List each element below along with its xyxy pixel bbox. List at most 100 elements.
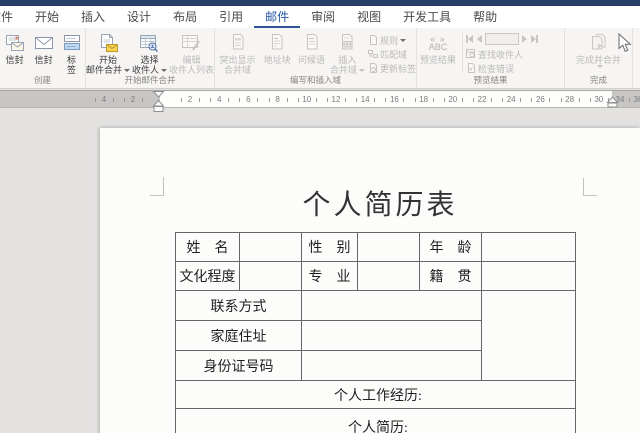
id-label-cell[interactable]: 身份证号码 [175, 350, 302, 381]
dropdown-arrow-icon [399, 38, 406, 42]
ruler-number: 30 [594, 95, 604, 104]
chinese-envelope-button[interactable]: 信封 [1, 30, 29, 65]
table-row: 文化程度 专 业 籍 贯 [175, 261, 576, 291]
tab-insert[interactable]: 插入 [70, 6, 116, 28]
tab-home[interactable]: 开始 [24, 6, 70, 28]
education-value-cell[interactable] [239, 261, 302, 291]
ribbon-group-create: 信封 信封 标 签 创建 [0, 28, 86, 88]
labels-icon [62, 31, 82, 55]
highlight-merge-fields-button[interactable]: 突出显示 合并域 [215, 30, 260, 75]
last-record-icon[interactable] [536, 35, 538, 43]
name-value-cell[interactable] [239, 232, 302, 262]
personal-resume-cell[interactable]: 个人简历: [175, 408, 576, 433]
ruler-tick [199, 98, 200, 102]
document-title[interactable]: 个人简历表 [163, 183, 597, 223]
match-fields-button[interactable]: 匹配域 [367, 47, 416, 61]
update-labels-button[interactable]: 更新标签 [368, 61, 416, 75]
address-value-cell[interactable] [301, 320, 482, 351]
check-errors-button[interactable]: 检查错误 [466, 61, 538, 75]
horizontal-ruler[interactable]: 42246810121416182022242628303436 [0, 90, 640, 108]
ribbon-group-preview-results: « » ABC 预览结果 查找收件人 检查错误 预览结果 [417, 28, 565, 88]
dropdown-arrow-icon [161, 68, 167, 72]
photo-cell[interactable] [481, 290, 576, 381]
tab-design[interactable]: 设计 [116, 6, 162, 28]
highlight-merge-fields-icon [228, 31, 248, 55]
age-value-cell[interactable] [481, 232, 576, 262]
table-row: 个人工作经历: [175, 380, 576, 409]
tab-review[interactable]: 审阅 [300, 6, 346, 28]
insert-merge-field-button[interactable]: 插入 合并域 [329, 30, 366, 75]
tab-help[interactable]: 帮助 [462, 6, 508, 28]
find-recipient-icon [466, 49, 475, 58]
ruler-number: 10 [302, 95, 312, 104]
update-labels-icon [369, 63, 377, 73]
address-label-cell[interactable]: 家庭住址 [175, 320, 302, 351]
major-label-cell[interactable]: 专 业 [301, 261, 358, 291]
tab-file[interactable]: 文件 [0, 6, 24, 28]
age-label-cell[interactable]: 年 龄 [419, 232, 482, 262]
ruler-tick [578, 98, 580, 102]
ruler-tick [268, 98, 270, 102]
rules-button[interactable]: 规则 [368, 33, 416, 47]
ruler-tick [385, 98, 387, 102]
ruler-number: 26 [535, 95, 545, 104]
find-recipient-button[interactable]: 查找收件人 [466, 47, 538, 61]
address-block-button[interactable]: 地址块 [260, 30, 294, 65]
ribbon: 信封 信封 标 签 创建 开始 邮件合并 选择 收件人 编辑 收件人列表 开始邮… [0, 28, 640, 89]
contact-value-cell[interactable] [301, 290, 482, 321]
envelopes-button[interactable]: 信封 [30, 30, 58, 65]
preview-results-button[interactable]: « » ABC 预览结果 [417, 30, 459, 66]
gender-label-cell[interactable]: 性 别 [301, 232, 358, 262]
name-label-cell[interactable]: 姓 名 [175, 232, 240, 262]
group-inner-divider [462, 33, 463, 72]
start-mail-merge-button[interactable]: 开始 邮件合并 [86, 30, 131, 75]
ruler-tick [239, 98, 241, 102]
ruler-tick [443, 98, 445, 102]
labels-button[interactable]: 标 签 [59, 30, 85, 75]
origin-label-cell[interactable]: 籍 贯 [419, 261, 482, 291]
tab-layout[interactable]: 布局 [162, 6, 208, 28]
id-value-cell[interactable] [301, 350, 482, 381]
ruler-tick [286, 98, 288, 102]
group-label-start-mail-merge: 开始邮件合并 [124, 75, 176, 85]
origin-value-cell[interactable] [481, 261, 576, 291]
group-label-create: 创建 [33, 75, 51, 85]
insert-merge-field-icon [337, 31, 357, 55]
record-navigator [466, 31, 538, 47]
resume-table: 姓 名 性 别 年 龄 文化程度 专 业 籍 贯 联系方式 家庭住址 身份证号码 [175, 232, 576, 433]
contact-label-cell[interactable]: 联系方式 [175, 290, 302, 321]
edit-recipient-list-button[interactable]: 编辑 收件人列表 [169, 30, 214, 75]
education-label-cell[interactable]: 文化程度 [175, 261, 240, 291]
ruler-number: 20 [448, 95, 458, 104]
tab-view[interactable]: 视图 [346, 6, 392, 28]
first-record-button[interactable] [468, 35, 473, 43]
greeting-line-button[interactable]: 问候语 [294, 30, 328, 65]
select-recipients-button[interactable]: 选择 收件人 [130, 30, 169, 75]
ruler-tick [473, 98, 474, 102]
ruler-tick [629, 98, 630, 102]
tab-references[interactable]: 引用 [208, 6, 254, 28]
ruler-tick [520, 98, 522, 102]
tab-mailings[interactable]: 邮件 [254, 6, 301, 28]
address-block-icon [267, 31, 287, 55]
ruler-tick [142, 98, 143, 102]
right-indent-marker[interactable] [606, 92, 619, 109]
ruler-tick [327, 98, 328, 102]
ruler-tick [95, 98, 96, 102]
record-number-input[interactable] [485, 33, 519, 45]
tab-developer[interactable]: 开发工具 [392, 6, 462, 28]
finish-and-merge-icon [588, 31, 610, 55]
match-fields-icon [367, 50, 378, 58]
next-record-button[interactable] [522, 35, 527, 43]
gender-value-cell[interactable] [357, 232, 420, 262]
edit-recipient-list-icon [180, 31, 202, 55]
work-experience-cell[interactable]: 个人工作经历: [175, 380, 576, 409]
major-value-cell[interactable] [357, 261, 420, 291]
table-row: 个人简历: [175, 408, 576, 433]
ruler-number: 24 [506, 95, 516, 104]
previous-record-button[interactable] [477, 35, 482, 43]
ruler-number: 2 [130, 95, 136, 104]
start-mail-merge-icon [97, 31, 119, 55]
table-row: 姓 名 性 别 年 龄 [175, 232, 576, 262]
indent-markers[interactable] [152, 90, 165, 116]
